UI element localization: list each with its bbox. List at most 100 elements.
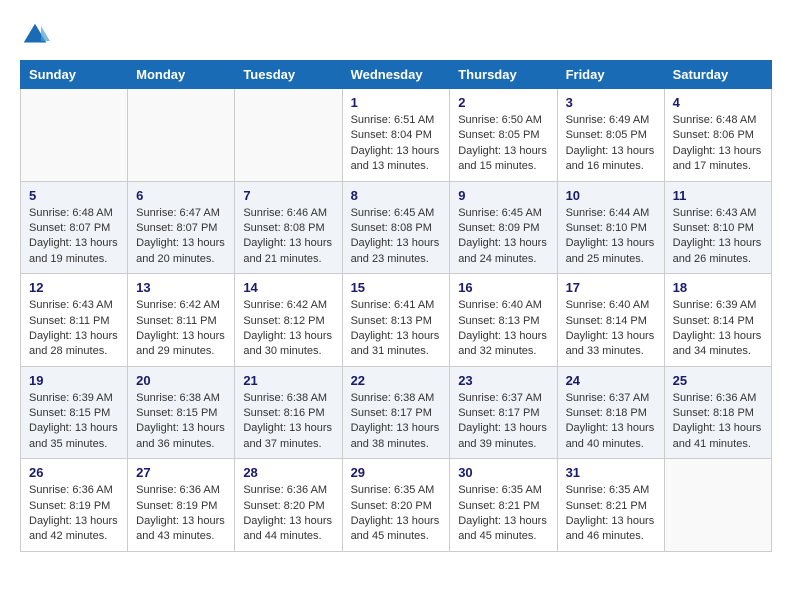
day-number: 13 (136, 280, 226, 295)
day-number: 18 (673, 280, 763, 295)
calendar-cell: 5 Sunrise: 6:48 AM Sunset: 8:07 PM Daylig… (21, 181, 128, 274)
cell-content: Sunrise: 6:36 AM Sunset: 8:19 PM Dayligh… (29, 483, 119, 545)
cell-content: Sunrise: 6:35 AM Sunset: 8:21 PM Dayligh… (458, 483, 548, 545)
cell-content: Sunrise: 6:45 AM Sunset: 8:09 PM Dayligh… (458, 206, 548, 268)
cell-content: Sunrise: 6:44 AM Sunset: 8:10 PM Dayligh… (566, 206, 656, 268)
column-header-friday: Friday (557, 61, 664, 89)
cell-content: Sunrise: 6:38 AM Sunset: 8:17 PM Dayligh… (351, 391, 442, 453)
calendar-cell (235, 89, 342, 182)
calendar-cell: 20 Sunrise: 6:38 AM Sunset: 8:15 PM Dayli… (128, 366, 235, 459)
day-number: 16 (458, 280, 548, 295)
calendar-cell: 26 Sunrise: 6:36 AM Sunset: 8:19 PM Dayli… (21, 459, 128, 552)
calendar-cell: 31 Sunrise: 6:35 AM Sunset: 8:21 PM Dayli… (557, 459, 664, 552)
cell-content: Sunrise: 6:35 AM Sunset: 8:20 PM Dayligh… (351, 483, 442, 545)
day-number: 15 (351, 280, 442, 295)
cell-content: Sunrise: 6:48 AM Sunset: 8:07 PM Dayligh… (29, 206, 119, 268)
calendar-week-row: 26 Sunrise: 6:36 AM Sunset: 8:19 PM Dayli… (21, 459, 772, 552)
cell-content: Sunrise: 6:50 AM Sunset: 8:05 PM Dayligh… (458, 113, 548, 175)
day-number: 21 (243, 373, 333, 388)
calendar-cell: 23 Sunrise: 6:37 AM Sunset: 8:17 PM Dayli… (450, 366, 557, 459)
cell-content: Sunrise: 6:42 AM Sunset: 8:12 PM Dayligh… (243, 298, 333, 360)
calendar-cell: 14 Sunrise: 6:42 AM Sunset: 8:12 PM Dayli… (235, 274, 342, 367)
day-number: 22 (351, 373, 442, 388)
calendar-week-row: 12 Sunrise: 6:43 AM Sunset: 8:11 PM Dayli… (21, 274, 772, 367)
cell-content: Sunrise: 6:40 AM Sunset: 8:14 PM Dayligh… (566, 298, 656, 360)
day-number: 28 (243, 465, 333, 480)
day-number: 23 (458, 373, 548, 388)
cell-content: Sunrise: 6:45 AM Sunset: 8:08 PM Dayligh… (351, 206, 442, 268)
cell-content: Sunrise: 6:51 AM Sunset: 8:04 PM Dayligh… (351, 113, 442, 175)
calendar-cell: 4 Sunrise: 6:48 AM Sunset: 8:06 PM Daylig… (664, 89, 771, 182)
cell-content: Sunrise: 6:43 AM Sunset: 8:11 PM Dayligh… (29, 298, 119, 360)
calendar-cell: 7Sunrise: 6:46 AM Sunset: 8:08 PM Daylig… (235, 181, 342, 274)
day-number: 11 (673, 188, 763, 203)
calendar-cell: 1 Sunrise: 6:51 AM Sunset: 8:04 PM Daylig… (342, 89, 450, 182)
cell-content: Sunrise: 6:36 AM Sunset: 8:19 PM Dayligh… (136, 483, 226, 545)
calendar-cell: 15 Sunrise: 6:41 AM Sunset: 8:13 PM Dayli… (342, 274, 450, 367)
day-number: 31 (566, 465, 656, 480)
day-number: 26 (29, 465, 119, 480)
calendar-cell: 3Sunrise: 6:49 AM Sunset: 8:05 PM Daylig… (557, 89, 664, 182)
column-header-thursday: Thursday (450, 61, 557, 89)
calendar-cell: 22 Sunrise: 6:38 AM Sunset: 8:17 PM Dayli… (342, 366, 450, 459)
calendar-cell: 28 Sunrise: 6:36 AM Sunset: 8:20 PM Dayli… (235, 459, 342, 552)
cell-content: Sunrise: 6:47 AM Sunset: 8:07 PM Dayligh… (136, 206, 226, 268)
calendar-cell (664, 459, 771, 552)
calendar-table: SundayMondayTuesdayWednesdayThursdayFrid… (20, 60, 772, 552)
column-header-tuesday: Tuesday (235, 61, 342, 89)
day-number: 1 (351, 95, 442, 110)
day-number: 3 (566, 95, 656, 110)
cell-content: Sunrise: 6:38 AM Sunset: 8:16 PM Dayligh… (243, 391, 333, 453)
day-number: 17 (566, 280, 656, 295)
calendar-cell: 8Sunrise: 6:45 AM Sunset: 8:08 PM Daylig… (342, 181, 450, 274)
cell-content: Sunrise: 6:37 AM Sunset: 8:17 PM Dayligh… (458, 391, 548, 453)
cell-content: Sunrise: 6:41 AM Sunset: 8:13 PM Dayligh… (351, 298, 442, 360)
column-header-wednesday: Wednesday (342, 61, 450, 89)
calendar-cell: 11 Sunrise: 6:43 AM Sunset: 8:10 PM Dayli… (664, 181, 771, 274)
cell-content: Sunrise: 6:42 AM Sunset: 8:11 PM Dayligh… (136, 298, 226, 360)
calendar-header-row: SundayMondayTuesdayWednesdayThursdayFrid… (21, 61, 772, 89)
cell-content: Sunrise: 6:35 AM Sunset: 8:21 PM Dayligh… (566, 483, 656, 545)
calendar-week-row: 19Sunrise: 6:39 AM Sunset: 8:15 PM Dayli… (21, 366, 772, 459)
calendar-cell: 21 Sunrise: 6:38 AM Sunset: 8:16 PM Dayli… (235, 366, 342, 459)
cell-content: Sunrise: 6:43 AM Sunset: 8:10 PM Dayligh… (673, 206, 763, 268)
calendar-cell: 24 Sunrise: 6:37 AM Sunset: 8:18 PM Dayli… (557, 366, 664, 459)
day-number: 4 (673, 95, 763, 110)
calendar-cell (21, 89, 128, 182)
column-header-sunday: Sunday (21, 61, 128, 89)
column-header-monday: Monday (128, 61, 235, 89)
day-number: 24 (566, 373, 656, 388)
calendar-cell: 17 Sunrise: 6:40 AM Sunset: 8:14 PM Dayli… (557, 274, 664, 367)
day-number: 14 (243, 280, 333, 295)
calendar-cell: 29Sunrise: 6:35 AM Sunset: 8:20 PM Dayli… (342, 459, 450, 552)
day-number: 5 (29, 188, 119, 203)
cell-content: Sunrise: 6:39 AM Sunset: 8:14 PM Dayligh… (673, 298, 763, 360)
day-number: 20 (136, 373, 226, 388)
calendar-cell: 25 Sunrise: 6:36 AM Sunset: 8:18 PM Dayli… (664, 366, 771, 459)
page-header (20, 20, 772, 50)
logo (20, 20, 54, 50)
day-number: 25 (673, 373, 763, 388)
day-number: 2 (458, 95, 548, 110)
day-number: 9 (458, 188, 548, 203)
day-number: 6 (136, 188, 226, 203)
day-number: 12 (29, 280, 119, 295)
calendar-cell (128, 89, 235, 182)
cell-content: Sunrise: 6:37 AM Sunset: 8:18 PM Dayligh… (566, 391, 656, 453)
calendar-cell: 6 Sunrise: 6:47 AM Sunset: 8:07 PM Daylig… (128, 181, 235, 274)
day-number: 19 (29, 373, 119, 388)
calendar-cell: 12 Sunrise: 6:43 AM Sunset: 8:11 PM Dayli… (21, 274, 128, 367)
calendar-week-row: 5 Sunrise: 6:48 AM Sunset: 8:07 PM Daylig… (21, 181, 772, 274)
column-header-saturday: Saturday (664, 61, 771, 89)
cell-content: Sunrise: 6:36 AM Sunset: 8:18 PM Dayligh… (673, 391, 763, 453)
cell-content: Sunrise: 6:38 AM Sunset: 8:15 PM Dayligh… (136, 391, 226, 453)
calendar-cell: 30Sunrise: 6:35 AM Sunset: 8:21 PM Dayli… (450, 459, 557, 552)
cell-content: Sunrise: 6:48 AM Sunset: 8:06 PM Dayligh… (673, 113, 763, 175)
calendar-cell: 10Sunrise: 6:44 AM Sunset: 8:10 PM Dayli… (557, 181, 664, 274)
calendar-cell: 2 Sunrise: 6:50 AM Sunset: 8:05 PM Daylig… (450, 89, 557, 182)
day-number: 7 (243, 188, 333, 203)
logo-icon (20, 20, 50, 50)
cell-content: Sunrise: 6:36 AM Sunset: 8:20 PM Dayligh… (243, 483, 333, 545)
day-number: 27 (136, 465, 226, 480)
calendar-cell: 13 Sunrise: 6:42 AM Sunset: 8:11 PM Dayli… (128, 274, 235, 367)
